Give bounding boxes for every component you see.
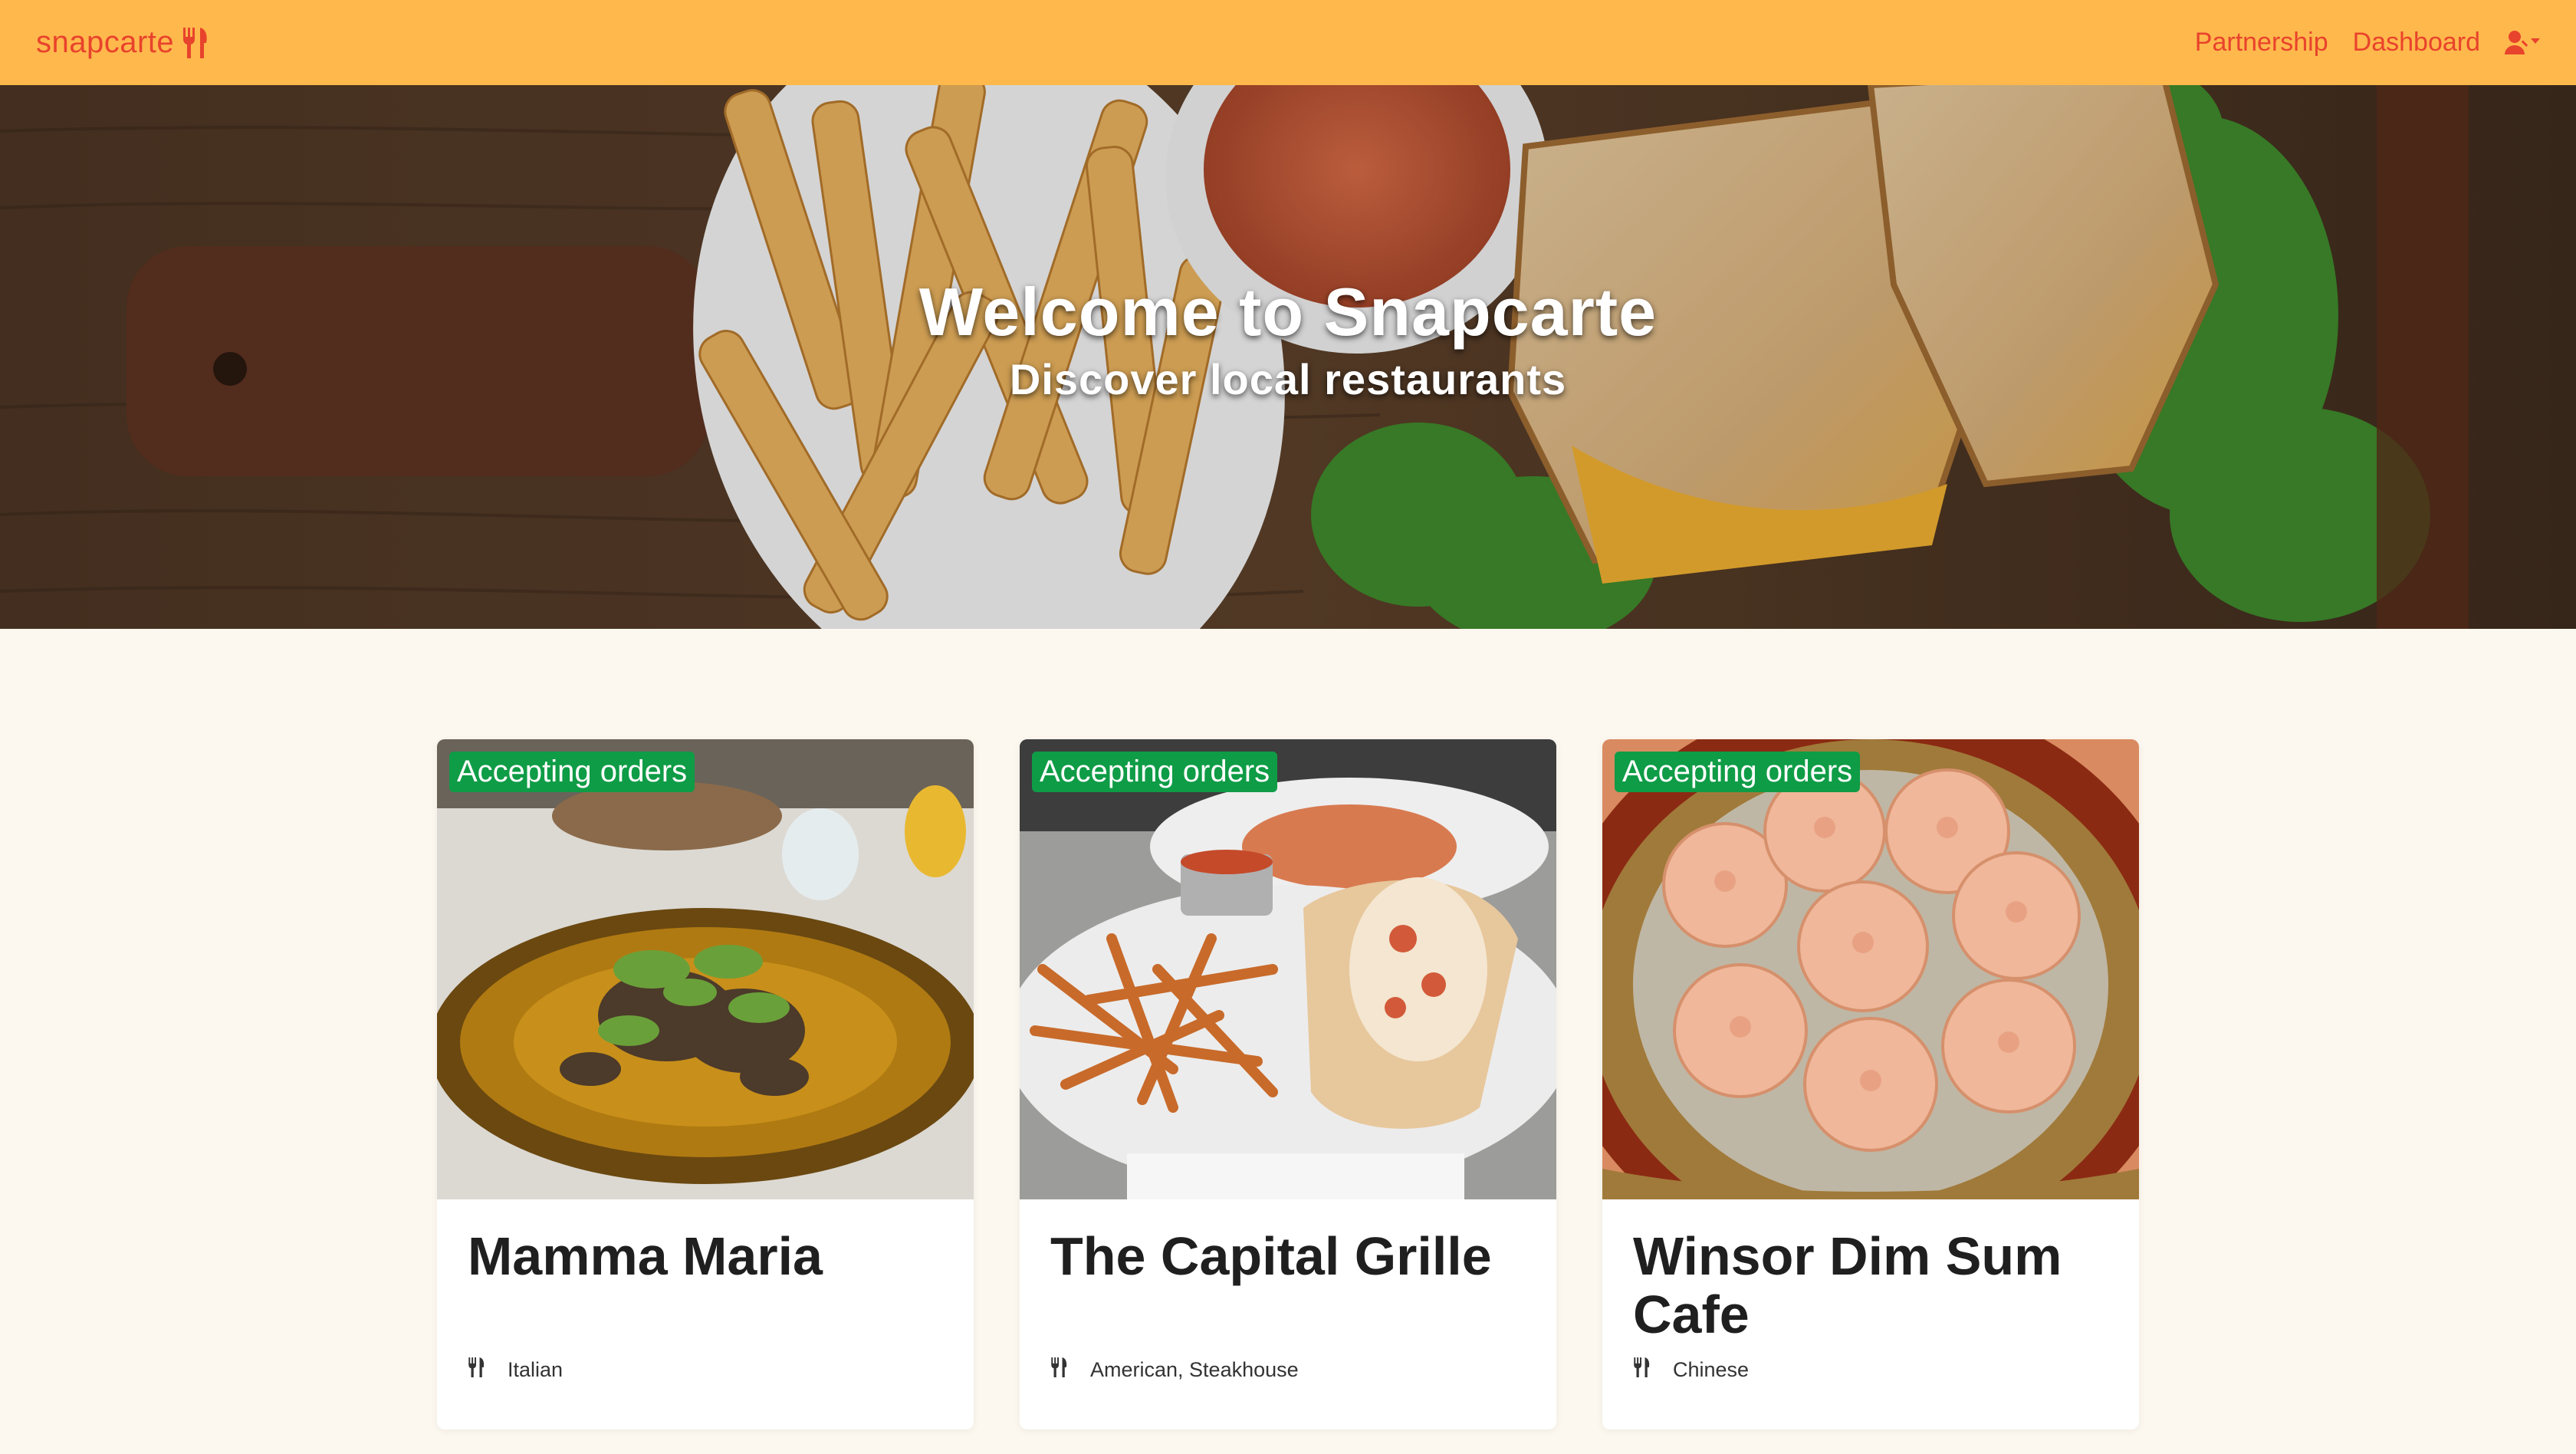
restaurant-image: Accepting orders [437,739,974,1199]
utensils-icon [1050,1357,1067,1383]
restaurant-name[interactable]: The Capital Grille [1050,1227,1533,1285]
brand-logo[interactable]: snapcarte [36,25,208,60]
cuisine-label: Italian [508,1358,564,1381]
restaurant-list: Accepting orders Mamma Maria Italian Acc… [437,739,2139,1429]
user-dropdown-icon[interactable] [2505,30,2540,56]
restaurant-image: Accepting orders [1020,739,1556,1199]
restaurant-card[interactable]: Accepting orders Mamma Maria Italian [437,739,974,1429]
status-badge: Accepting orders [449,752,695,792]
nav-partnership-link[interactable]: Partnership [2195,28,2328,58]
brand-name: snapcarte [36,25,175,59]
nav-dashboard-link[interactable]: Dashboard [2353,28,2480,58]
restaurant-name[interactable]: Winsor Dim Sum Cafe [1633,1227,2116,1344]
restaurant-card[interactable]: Accepting orders Winsor Dim Sum Cafe Chi… [1602,739,2139,1429]
cuisine-info: Italian [468,1357,563,1383]
utensils-icon [182,27,208,58]
nav-links: Partnership Dashboard [2195,28,2540,58]
utensils-icon [468,1357,485,1383]
hero-banner: Welcome to Snapcarte Discover local rest… [0,85,2576,629]
utensils-icon [1633,1357,1650,1383]
cuisine-label: American, Steakhouse [1090,1358,1299,1381]
cuisine-info: American, Steakhouse [1050,1357,1299,1383]
cuisine-info: Chinese [1633,1357,1749,1383]
navbar: snapcarte Partnership Dashboard [0,0,2576,85]
restaurant-name[interactable]: Mamma Maria [468,1227,951,1285]
hero-subtitle: Discover local restaurants [1009,355,1567,403]
restaurant-card[interactable]: Accepting orders The Capital Grille Amer… [1020,739,1556,1429]
status-badge: Accepting orders [1032,752,1278,792]
status-badge: Accepting orders [1615,752,1861,792]
restaurant-image: Accepting orders [1602,739,2139,1199]
cuisine-label: Chinese [1673,1358,1750,1381]
hero-title: Welcome to Snapcarte [918,274,1658,350]
